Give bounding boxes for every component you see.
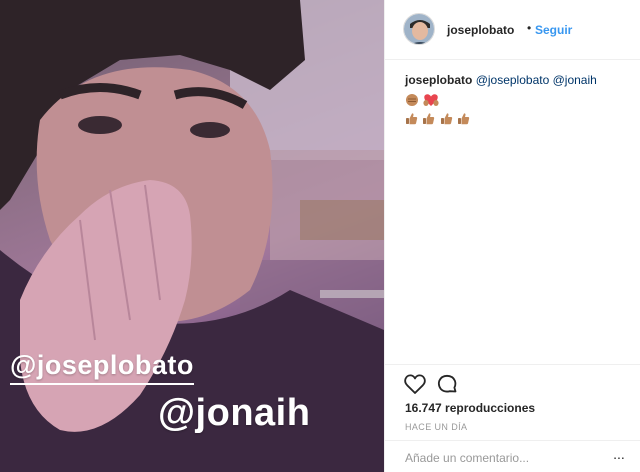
view-count: 16.747 reproducciones [405,401,536,415]
caption-mention-joseplobato[interactable]: @joseplobato [476,73,550,87]
avatar[interactable] [403,13,435,45]
comment-icon [437,374,457,393]
post-side-panel: joseplobato • Seguir joseplobato @josepl… [384,0,640,472]
caption-emoji-group-1 [405,90,440,108]
overlay-underline [10,383,194,385]
like-button[interactable] [403,372,427,396]
comment-bar: ... [385,440,640,472]
follow-button[interactable]: Seguir [535,23,572,37]
thumbs-up-emoji [458,113,470,125]
header-separator: • [527,21,532,35]
thumbs-up-emoji [406,113,418,125]
post-header: joseplobato • Seguir [385,0,640,60]
overlay-mention-jonaih: @jonaih [158,392,311,434]
comment-input[interactable] [405,449,585,467]
heart-hands-emoji [423,93,439,106]
more-options-button[interactable]: ... [609,447,629,467]
avatar-image [404,14,434,44]
fist-bump-emoji [406,93,418,106]
post-media[interactable]: @joseplobato @jonaih [0,0,384,472]
comment-button[interactable] [435,372,459,396]
caption-emoji-group-2 [405,109,471,127]
thumbs-up-emoji [423,113,435,125]
thumbs-up-emoji [440,113,452,125]
post-caption: joseplobato @joseplobato @jonaih [405,71,631,127]
post-timestamp[interactable]: HACE UN DÍA [405,422,467,432]
caption-mention-jonaih[interactable]: @jonaih [553,73,597,87]
heart-icon [404,374,426,394]
actions-divider [385,364,640,365]
caption-username[interactable]: joseplobato [405,73,472,87]
overlay-mention-joseplobato: @joseplobato [10,350,194,385]
header-username[interactable]: joseplobato [447,23,514,37]
